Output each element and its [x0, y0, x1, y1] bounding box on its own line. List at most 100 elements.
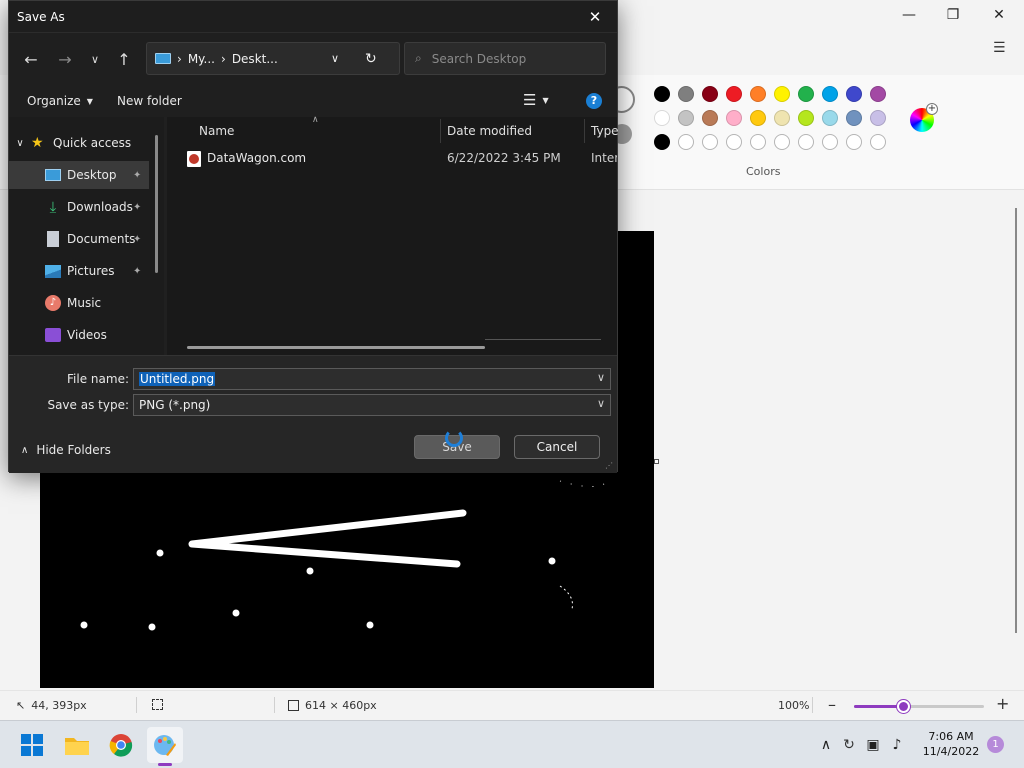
- hide-folders-button[interactable]: ∧ Hide Folders: [21, 443, 111, 457]
- up-arrow-icon[interactable]: ↑: [112, 47, 136, 71]
- address-dropdown-icon[interactable]: ∨: [331, 52, 339, 65]
- color-swatch[interactable]: [726, 86, 742, 102]
- sync-icon[interactable]: ↻: [840, 737, 858, 753]
- custom-color-slot[interactable]: [750, 134, 766, 150]
- custom-color-slot[interactable]: [846, 134, 862, 150]
- color-swatch[interactable]: [726, 110, 742, 126]
- color-swatch[interactable]: [702, 86, 718, 102]
- sidebar-item-music[interactable]: ♪ Music: [9, 289, 149, 317]
- color-swatch[interactable]: [750, 86, 766, 102]
- file-name-field[interactable]: Untitled.png ∨: [133, 368, 611, 390]
- file-type: Interr: [591, 151, 617, 165]
- address-bar[interactable]: › My... › Deskt... ∨ ↻: [146, 42, 400, 75]
- clock-date: 11/4/2022: [922, 745, 980, 758]
- color-swatch[interactable]: [678, 86, 694, 102]
- recent-locations-chevron-icon[interactable]: ∨: [83, 47, 107, 71]
- desktop-icon: [45, 169, 61, 181]
- pin-icon[interactable]: ✦: [133, 170, 141, 181]
- organize-button[interactable]: Organize ▼: [27, 94, 93, 108]
- cancel-button[interactable]: Cancel: [514, 435, 600, 459]
- chevron-down-icon[interactable]: ∨: [597, 371, 605, 384]
- sidebar-item-pictures[interactable]: Pictures ✦: [9, 257, 149, 285]
- color-swatch[interactable]: [654, 134, 670, 150]
- color-swatch[interactable]: [822, 86, 838, 102]
- table-row[interactable]: DataWagon.com 6/22/2022 3:45 PM Interr: [167, 147, 617, 171]
- search-input[interactable]: ⌕ Search Desktop: [404, 42, 606, 75]
- dialog-close-icon[interactable]: ✕: [573, 1, 617, 33]
- color-swatch[interactable]: [702, 110, 718, 126]
- custom-color-slot[interactable]: [726, 134, 742, 150]
- canvas-resize-handle[interactable]: [654, 459, 659, 464]
- sidebar-item-documents[interactable]: Documents ✦: [9, 225, 149, 253]
- vertical-scrollbar[interactable]: [1015, 208, 1017, 633]
- chevron-down-icon[interactable]: ∨: [9, 138, 31, 149]
- custom-color-slot[interactable]: [870, 134, 886, 150]
- clock[interactable]: 7:06 AM 11/4/2022: [920, 729, 982, 759]
- notification-badge[interactable]: 1: [987, 736, 1004, 753]
- organize-label: Organize: [27, 94, 81, 108]
- pin-icon[interactable]: ✦: [133, 202, 141, 213]
- color-swatch[interactable]: [798, 86, 814, 102]
- color-swatch[interactable]: [846, 86, 862, 102]
- minimize-icon[interactable]: —: [886, 0, 932, 30]
- selection-icon: [152, 699, 163, 710]
- view-options-button[interactable]: ☰ ▼: [523, 91, 549, 109]
- back-arrow-icon[interactable]: ←: [19, 47, 43, 71]
- color-swatch[interactable]: [798, 110, 814, 126]
- breadcrumb-item[interactable]: My...: [188, 52, 215, 66]
- column-header-type[interactable]: Type: [591, 117, 619, 145]
- file-date-modified: 6/22/2022 3:45 PM: [447, 151, 561, 165]
- sidebar-item-videos[interactable]: Videos: [9, 321, 149, 349]
- chevron-up-icon[interactable]: ∧: [818, 737, 834, 753]
- chrome-button[interactable]: [103, 727, 139, 763]
- column-header-date-modified[interactable]: Date modified: [447, 117, 532, 145]
- new-folder-button[interactable]: New folder: [117, 94, 182, 108]
- network-icon[interactable]: ▣: [864, 737, 882, 753]
- sidebar-item-desktop[interactable]: Desktop ✦: [9, 161, 149, 189]
- volume-icon[interactable]: ♪: [888, 737, 906, 753]
- sidebar-item-downloads[interactable]: ⤓ Downloads ✦: [9, 193, 149, 221]
- custom-color-slot[interactable]: [798, 134, 814, 150]
- forward-arrow-icon[interactable]: →: [53, 47, 77, 71]
- column-header-name[interactable]: Name: [199, 117, 234, 145]
- color-swatch[interactable]: [846, 110, 862, 126]
- custom-color-slot[interactable]: [702, 134, 718, 150]
- file-explorer-button[interactable]: [59, 727, 95, 763]
- color-swatch[interactable]: [870, 86, 886, 102]
- system-tray: ∧ ↻ ▣ ♪: [818, 721, 906, 768]
- color-swatch[interactable]: [774, 86, 790, 102]
- close-icon[interactable]: ✕: [976, 0, 1022, 30]
- maximize-icon[interactable]: ❐: [930, 0, 976, 30]
- start-button[interactable]: [14, 727, 50, 763]
- color-swatch[interactable]: [654, 86, 670, 102]
- horizontal-scrollbar[interactable]: [187, 346, 485, 349]
- add-color-icon[interactable]: +: [926, 103, 938, 115]
- color-swatch[interactable]: [654, 110, 670, 126]
- zoom-in-button[interactable]: +: [996, 694, 1009, 713]
- share-icon[interactable]: ☰: [993, 40, 1013, 60]
- save-as-type-select[interactable]: PNG (*.png) ∨: [133, 394, 611, 416]
- custom-color-slot[interactable]: [822, 134, 838, 150]
- pin-icon[interactable]: ✦: [133, 266, 141, 277]
- resize-grip-icon[interactable]: ⋰: [605, 461, 615, 471]
- active-app-indicator: [158, 763, 172, 766]
- color-swatch[interactable]: [774, 110, 790, 126]
- chevron-down-icon[interactable]: ∨: [597, 397, 605, 410]
- nav-pane-scrollbar[interactable]: [155, 135, 158, 273]
- pin-icon[interactable]: ✦: [133, 234, 141, 245]
- custom-color-slot[interactable]: [774, 134, 790, 150]
- quick-access-item[interactable]: ∨ ★ Quick access: [9, 129, 149, 157]
- dialog-titlebar[interactable]: Save As ✕: [9, 1, 617, 33]
- zoom-out-button[interactable]: –: [828, 695, 836, 714]
- color-swatch[interactable]: [822, 110, 838, 126]
- custom-color-slot[interactable]: [678, 134, 694, 150]
- zoom-slider-thumb[interactable]: [897, 700, 911, 713]
- color-swatch[interactable]: [678, 110, 694, 126]
- paint-button[interactable]: [147, 727, 183, 763]
- zoom-slider[interactable]: [854, 700, 984, 713]
- breadcrumb-item[interactable]: Deskt...: [232, 52, 278, 66]
- refresh-icon[interactable]: ↻: [365, 51, 377, 67]
- color-swatch[interactable]: [750, 110, 766, 126]
- help-icon[interactable]: ?: [586, 93, 602, 109]
- color-swatch[interactable]: [870, 110, 886, 126]
